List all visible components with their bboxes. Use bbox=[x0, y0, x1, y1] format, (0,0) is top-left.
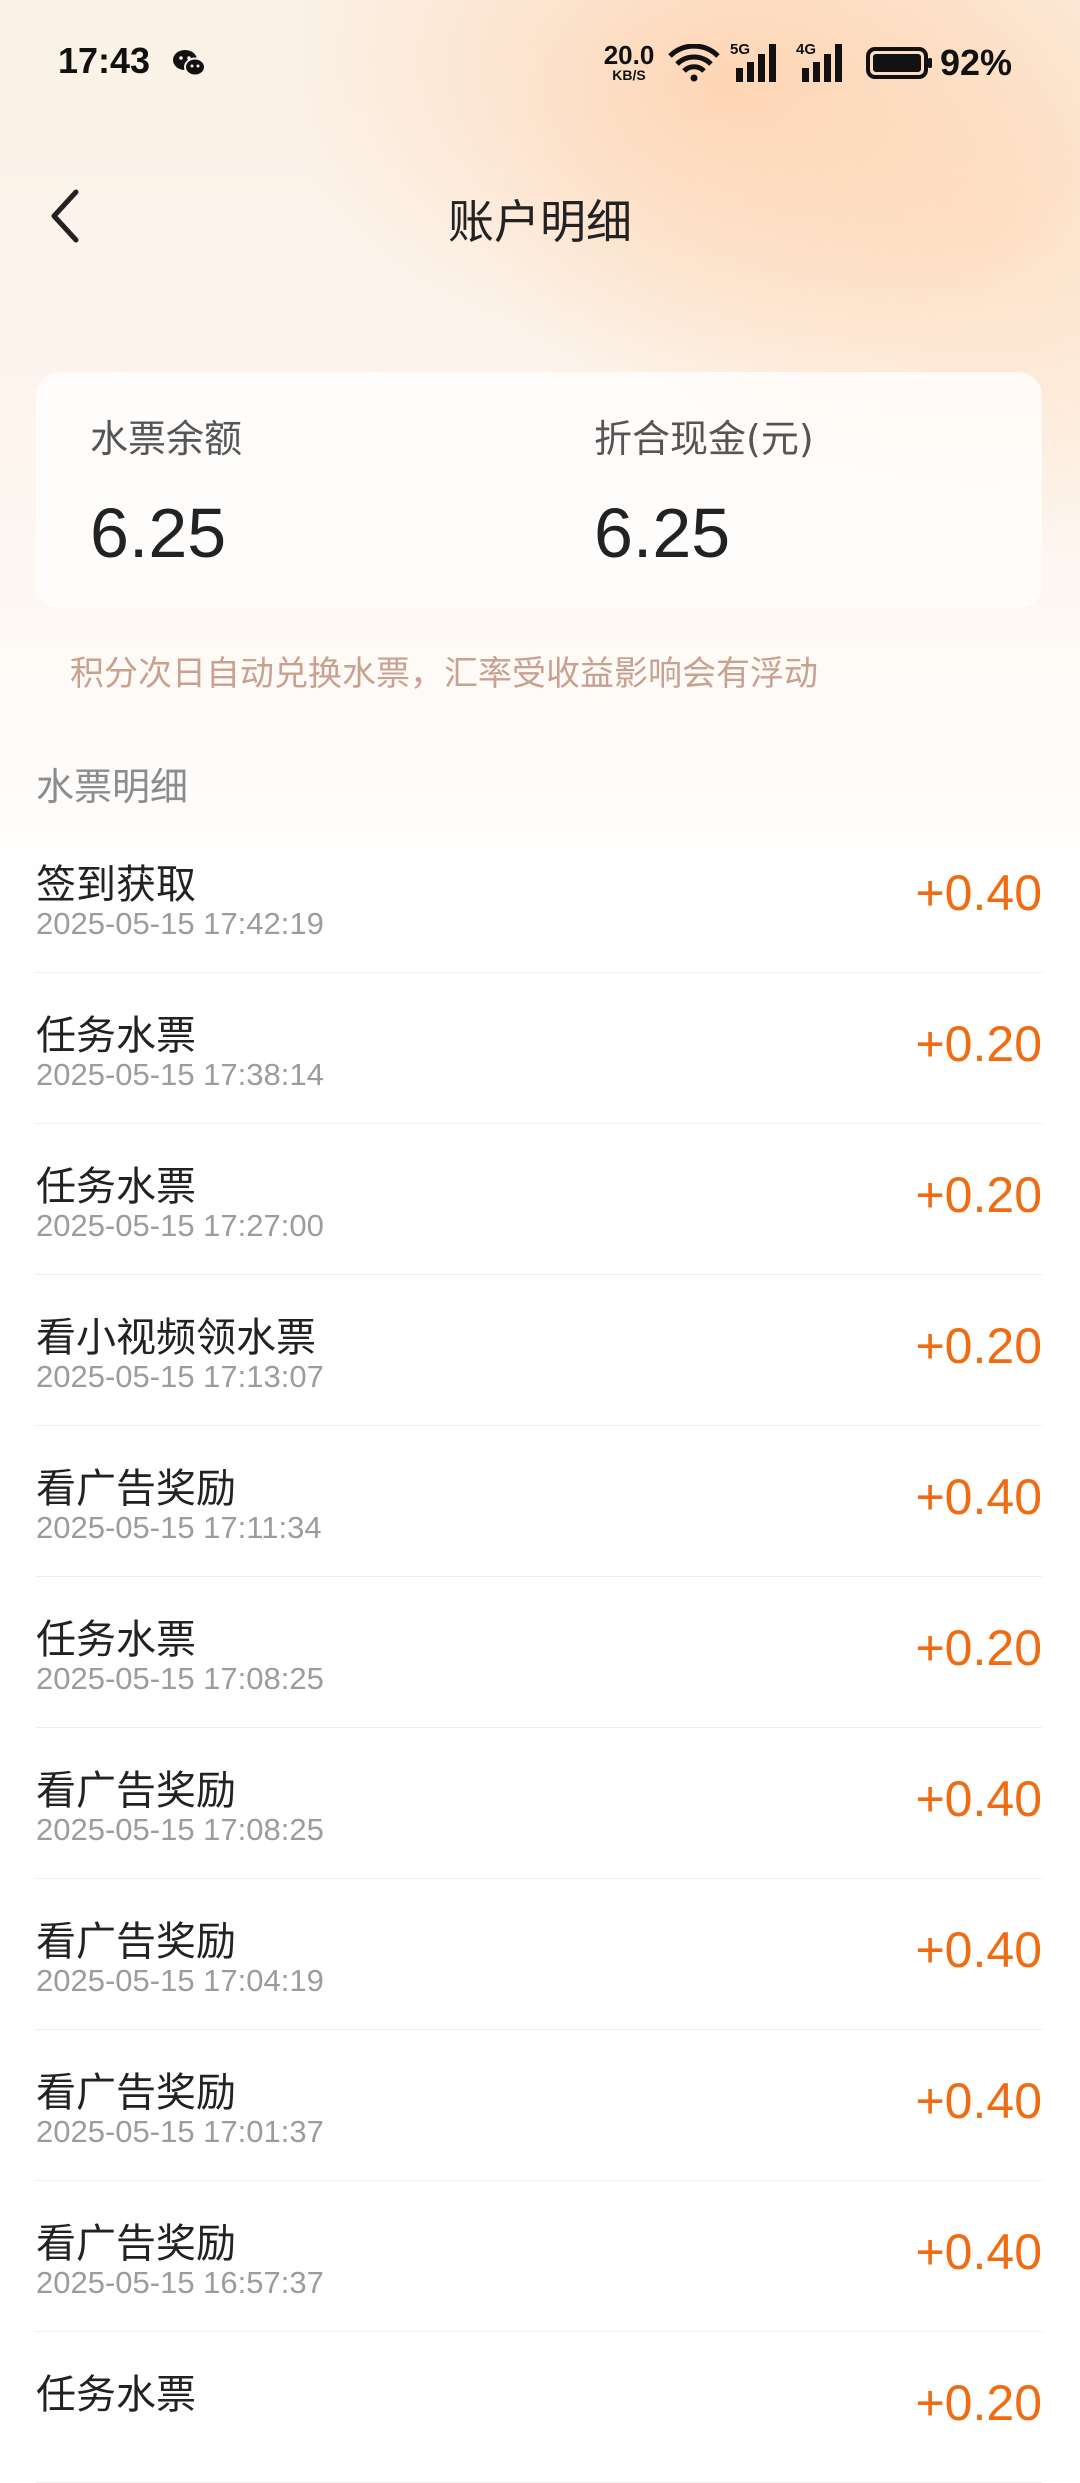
record-date: 2025-05-15 17:01:37 bbox=[36, 2114, 324, 2149]
signal-bars-icon: 5G bbox=[730, 41, 776, 82]
exchange-notice: 积分次日自动兑换水票，汇率受收益影响会有浮动 bbox=[70, 654, 818, 694]
record-date: 2025-05-15 17:08:25 bbox=[36, 1661, 324, 1696]
network-speed-value: 20.0 bbox=[603, 40, 655, 70]
status-time: 17:43 bbox=[58, 40, 151, 81]
record-amount: +0.40 bbox=[915, 865, 1042, 921]
water-ticket-label: 水票余额 bbox=[90, 417, 243, 461]
list-item: 看广告奖励 2025-05-15 17:04:19 +0.40 bbox=[36, 1879, 1042, 2030]
record-date: 2025-05-15 17:13:07 bbox=[36, 1359, 324, 1394]
cash-equivalent: 折合现金(元) 6.25 bbox=[594, 408, 814, 573]
record-date: 2025-05-15 17:04:19 bbox=[36, 1963, 324, 1998]
signal-4g-label: 4G bbox=[796, 41, 816, 58]
record-amount: +0.40 bbox=[915, 2073, 1042, 2129]
records-list: 签到获取 2025-05-15 17:42:19 +0.40 任务水票 2025-05-… bbox=[36, 822, 1042, 2483]
record-name: 看广告奖励 bbox=[36, 2070, 236, 2116]
record-name: 签到获取 bbox=[36, 862, 196, 908]
record-amount: +0.40 bbox=[915, 1469, 1042, 1525]
battery-icon bbox=[866, 47, 932, 79]
network-speed: 20.0 KB/S bbox=[598, 42, 660, 82]
record-date: 2025-05-15 17:27:00 bbox=[36, 1208, 324, 1243]
record-amount: +0.20 bbox=[915, 1016, 1042, 1072]
record-amount: +0.20 bbox=[915, 2375, 1042, 2431]
record-date: 2025-05-15 17:42:19 bbox=[36, 906, 324, 941]
list-item: 任务水票 2025-05-15 17:27:00 +0.20 bbox=[36, 1124, 1042, 1275]
record-amount: +0.40 bbox=[915, 2224, 1042, 2280]
record-amount: +0.20 bbox=[915, 1318, 1042, 1374]
record-amount: +0.20 bbox=[915, 1167, 1042, 1223]
balance-card: 水票余额 6.25 折合现金(元) 6.25 bbox=[36, 372, 1042, 608]
battery-percent: 92% bbox=[940, 42, 1013, 83]
network-speed-unit: KB/S bbox=[612, 67, 646, 83]
record-date: 2025-05-15 17:08:25 bbox=[36, 1812, 324, 1847]
record-amount: +0.40 bbox=[915, 1922, 1042, 1978]
record-name: 看广告奖励 bbox=[36, 1919, 236, 1965]
record-name: 任务水票 bbox=[36, 1617, 196, 1663]
record-name: 看广告奖励 bbox=[36, 2221, 236, 2267]
list-item: 任务水票 2025-05-15 17:08:25 +0.20 bbox=[36, 1577, 1042, 1728]
list-item: 看小视频领水票 2025-05-15 17:13:07 +0.20 bbox=[36, 1275, 1042, 1426]
cash-label: 折合现金(元) bbox=[594, 417, 814, 461]
record-date: 2025-05-15 16:57:37 bbox=[36, 2265, 324, 2300]
list-item: 看广告奖励 2025-05-15 17:11:34 +0.40 bbox=[36, 1426, 1042, 1577]
signal-5g-label: 5G bbox=[730, 41, 750, 58]
wifi-icon bbox=[668, 44, 720, 82]
record-name: 看小视频领水票 bbox=[36, 1315, 316, 1361]
list-item: 任务水票 2025-05-15 17:38:14 +0.20 bbox=[36, 973, 1042, 1124]
wechat-icon bbox=[173, 50, 206, 77]
record-name: 看广告奖励 bbox=[36, 1768, 236, 1814]
section-title: 水票明细 bbox=[36, 765, 189, 809]
record-name: 任务水票 bbox=[36, 1013, 196, 1059]
page-title: 账户明细 bbox=[448, 195, 632, 249]
record-amount: +0.20 bbox=[915, 1620, 1042, 1676]
record-name: 任务水票 bbox=[36, 1164, 196, 1210]
signal-bars-icon: 4G bbox=[796, 41, 842, 82]
list-item: 看广告奖励 2025-05-15 17:01:37 +0.40 bbox=[36, 2030, 1042, 2181]
water-ticket-value: 6.25 bbox=[90, 494, 227, 572]
water-ticket-balance: 水票余额 6.25 bbox=[90, 408, 242, 573]
record-date: 2025-05-15 17:11:34 bbox=[36, 1510, 322, 1545]
list-item: 签到获取 2025-05-15 17:42:19 +0.40 bbox=[36, 822, 1042, 973]
list-item: 任务水票 +0.20 bbox=[36, 2332, 1042, 2483]
list-item: 看广告奖励 2025-05-15 17:08:25 +0.40 bbox=[36, 1728, 1042, 1879]
status-bar: 17:43 20.0 KB/S 5G 4G 92% bbox=[0, 0, 1080, 130]
cash-value: 6.25 bbox=[594, 494, 731, 572]
record-amount: +0.40 bbox=[915, 1771, 1042, 1827]
record-name: 任务水票 bbox=[36, 2372, 196, 2418]
record-name: 看广告奖励 bbox=[36, 1466, 236, 1512]
record-date: 2025-05-15 17:38:14 bbox=[36, 1057, 324, 1092]
list-item: 看广告奖励 2025-05-15 16:57:37 +0.40 bbox=[36, 2181, 1042, 2332]
